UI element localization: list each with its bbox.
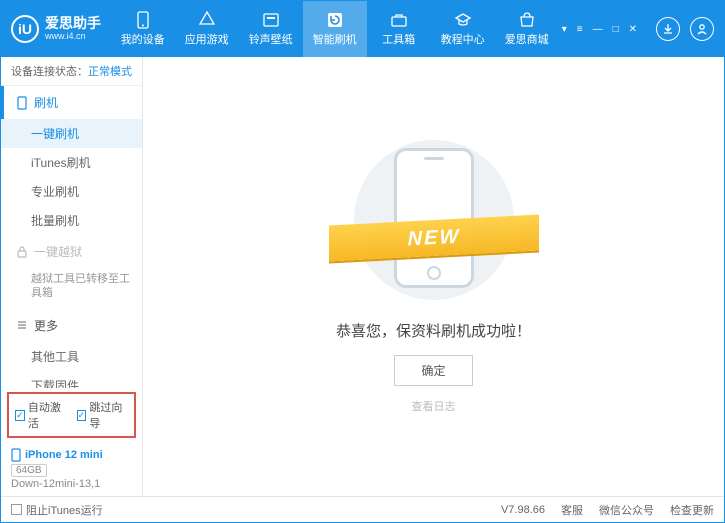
phone-icon [134,11,152,29]
device-model: Down-12mini-13,1 [11,478,132,490]
sidebar-group-jailbreak: 一键越狱 [1,235,142,268]
app-header: iU 爱思助手 www.i4.cn 我的设备 应用游戏 铃声壁纸 智能刷机 工具… [1,1,724,57]
flash-options-box: ✓ 自动激活 ✓ 跳过向导 [7,392,136,438]
version-label: V7.98.66 [501,504,545,516]
sidebar: 设备连接状态：正常模式 刷机 一键刷机 iTunes刷机 专业刷机 批量刷机 一… [1,57,143,496]
header-right: ▾ ≡ — □ ✕ [559,17,714,41]
connection-mode: 正常模式 [88,66,132,78]
service-link[interactable]: 客服 [561,502,583,518]
toolbox-icon [390,11,408,29]
checkbox-block-itunes[interactable] [11,504,22,515]
tab-label: 工具箱 [382,31,415,47]
logo-icon: iU [11,15,39,43]
sidebar-group-flash[interactable]: 刷机 [1,86,142,119]
sidebar-group-more[interactable]: 更多 [1,309,142,342]
tab-label: 我的设备 [121,31,165,47]
main-content: NEW 恭喜您，保资料刷机成功啦！ 确定 查看日志 [143,57,724,496]
check-icon: ✓ [77,410,87,421]
graduation-icon [454,11,472,29]
check-update-link[interactable]: 检查更新 [670,502,714,518]
success-message: 恭喜您，保资料刷机成功啦！ [336,320,531,341]
check-icon: ✓ [15,410,25,421]
window-controls: ▾ ≡ — □ ✕ [559,24,640,35]
store-icon [518,11,536,29]
tab-apps-games[interactable]: 应用游戏 [175,1,239,57]
connection-status: 设备连接状态：正常模式 [1,57,142,86]
tab-tutorials[interactable]: 教程中心 [431,1,495,57]
settings-icon[interactable]: ≡ [574,24,586,35]
logo-area: iU 爱思助手 www.i4.cn [11,15,111,43]
wallpaper-icon [262,11,280,29]
minimize-icon[interactable]: — [590,24,606,35]
app-url: www.i4.cn [45,32,101,42]
tab-ringtones[interactable]: 铃声壁纸 [239,1,303,57]
app-name: 爱思助手 [45,16,101,31]
maximize-icon[interactable]: □ [610,24,622,35]
phone-icon [11,448,21,462]
tab-label: 智能刷机 [313,31,357,47]
lock-icon [16,246,28,258]
tab-store[interactable]: 爱思商城 [495,1,559,57]
view-log-link[interactable]: 查看日志 [412,398,456,414]
tab-label: 铃声壁纸 [249,31,293,47]
sidebar-item-other-tools[interactable]: 其他工具 [1,342,142,371]
wechat-link[interactable]: 微信公众号 [599,502,654,518]
device-name: iPhone 12 mini [11,448,132,462]
menu-icon[interactable]: ▾ [559,24,570,35]
close-icon[interactable]: ✕ [626,24,640,35]
block-itunes-label: 阻止iTunes运行 [26,502,103,518]
tab-my-device[interactable]: 我的设备 [111,1,175,57]
ok-button[interactable]: 确定 [394,355,472,386]
checkbox-auto-activate[interactable]: ✓ 自动激活 [15,399,67,431]
jailbreak-note: 越狱工具已转移至工具箱 [1,268,142,309]
status-bar: 阻止iTunes运行 V7.98.66 客服 微信公众号 检查更新 [1,496,724,522]
sidebar-item-one-click-flash[interactable]: 一键刷机 [1,119,142,148]
tab-label: 教程中心 [441,31,485,47]
sidebar-item-batch-flash[interactable]: 批量刷机 [1,206,142,235]
success-illustration: NEW [334,140,534,300]
tab-smart-flash[interactable]: 智能刷机 [303,1,367,57]
refresh-icon [326,11,344,29]
tab-toolbox[interactable]: 工具箱 [367,1,431,57]
device-info[interactable]: iPhone 12 mini 64GB Down-12mini-13,1 [1,442,142,496]
tab-label: 应用游戏 [185,31,229,47]
checkbox-skip-guide[interactable]: ✓ 跳过向导 [77,399,129,431]
download-button[interactable] [656,17,680,41]
main-tabs: 我的设备 应用游戏 铃声壁纸 智能刷机 工具箱 教程中心 爱思商城 [111,1,559,57]
tab-label: 爱思商城 [505,31,549,47]
apps-icon [198,11,216,29]
list-icon [16,319,28,331]
sidebar-item-itunes-flash[interactable]: iTunes刷机 [1,148,142,177]
device-capacity: 64GB [11,464,47,477]
user-button[interactable] [690,17,714,41]
sidebar-item-download-fw[interactable]: 下载固件 [1,371,142,388]
phone-icon [16,96,28,110]
sidebar-item-pro-flash[interactable]: 专业刷机 [1,177,142,206]
